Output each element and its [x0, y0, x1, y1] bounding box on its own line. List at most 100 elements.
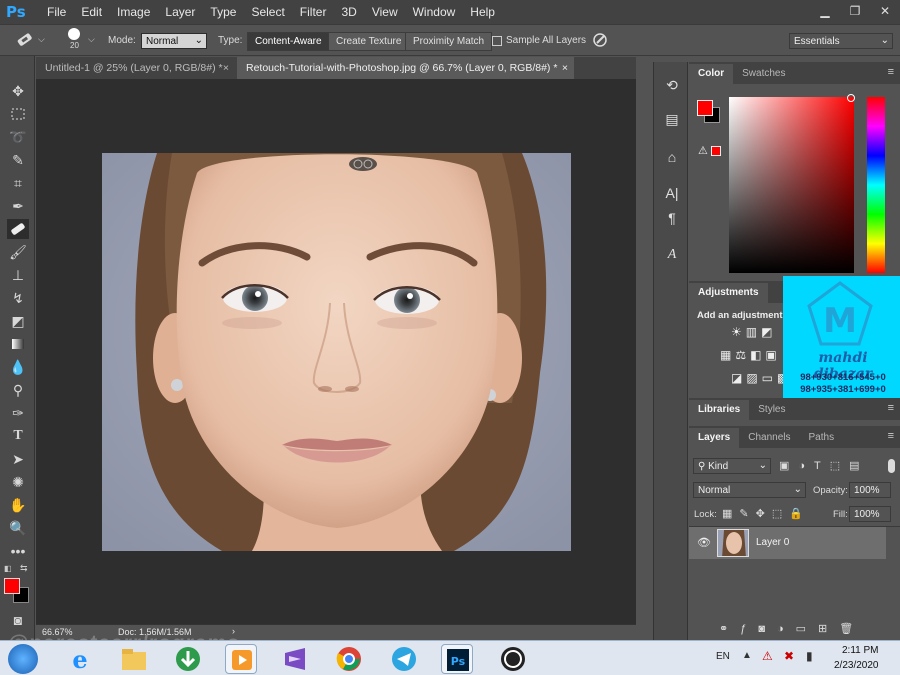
panel-menu-icon[interactable]: ≡ [888, 430, 894, 442]
healing-brush-preset-icon[interactable] [14, 30, 36, 50]
brush-tip-icon[interactable] [68, 28, 80, 40]
healing-brush-tool-icon[interactable] [7, 219, 29, 239]
telegram-icon[interactable] [388, 644, 420, 674]
zoom-tool-icon[interactable]: 🔍 [7, 518, 29, 538]
blend-mode-select[interactable]: Normal ⌄ [693, 482, 806, 498]
fill-input[interactable]: 100% [849, 506, 891, 522]
history-icon[interactable]: ⟲ [661, 74, 683, 96]
media-player-icon[interactable] [225, 644, 257, 674]
content-aware-button[interactable]: Content-Aware [247, 32, 330, 51]
tab-layers[interactable]: Layers [689, 428, 740, 448]
blur-tool-icon[interactable]: 💧 [7, 357, 29, 377]
tab-libraries[interactable]: Libraries [689, 400, 750, 420]
adjustment-icons-row-2[interactable]: ▦⚖◧▣ [720, 348, 781, 362]
close-icon[interactable]: × [223, 57, 229, 79]
more-tools-icon[interactable]: ••• [7, 541, 29, 561]
menu-type[interactable]: Type [210, 5, 236, 19]
panel-menu-icon[interactable]: ≡ [888, 66, 894, 78]
network-icon[interactable]: ⚠ [762, 649, 773, 663]
layer-name[interactable]: Layer 0 [756, 537, 789, 548]
crop-tool-icon[interactable]: ⌗ [7, 173, 29, 193]
panel-menu-icon[interactable]: ≡ [888, 402, 894, 414]
menu-select[interactable]: Select [251, 5, 284, 19]
download-manager-icon[interactable] [172, 644, 204, 674]
portrait-photo[interactable] [102, 153, 571, 551]
photoshop-taskbar-icon[interactable]: Ps [441, 644, 473, 674]
gradient-tool-icon[interactable] [7, 334, 29, 354]
layer-filter-select[interactable]: ⚲ Kind ⌄ [693, 458, 771, 474]
adjustment-icons-row-1[interactable]: ☀▥◩ [731, 325, 776, 339]
quick-mask-icon[interactable]: ◙ [7, 610, 29, 630]
tab-untitled-1[interactable]: Untitled-1 @ 25% (Layer 0, RGB/8#) * × [36, 57, 235, 79]
menu-3d[interactable]: 3D [341, 5, 356, 19]
clock-time[interactable]: 2:11 PM [842, 645, 879, 656]
color-picker-marker[interactable] [847, 94, 855, 102]
eyedropper-tool-icon[interactable]: ✒ [7, 196, 29, 216]
menu-filter[interactable]: Filter [300, 5, 327, 19]
shape-tool-icon[interactable]: ✺ [7, 472, 29, 492]
menu-help[interactable]: Help [470, 5, 495, 19]
quick-selection-tool-icon[interactable]: ✎ [7, 150, 29, 170]
tab-paths[interactable]: Paths [800, 428, 844, 448]
path-selection-tool-icon[interactable]: ➤ [7, 449, 29, 469]
brush-tool-icon[interactable]: 🖌 [7, 242, 29, 262]
menu-layer[interactable]: Layer [165, 5, 195, 19]
opacity-input[interactable]: 100% [849, 482, 891, 498]
tab-styles[interactable]: Styles [749, 400, 794, 420]
language-indicator[interactable]: EN [716, 651, 730, 662]
marquee-tool-icon[interactable] [7, 104, 29, 124]
layer-footer-icons[interactable]: ⚭ƒ◙◑▭⊞🗑 [719, 622, 865, 635]
lasso-tool-icon[interactable]: ➰ [7, 127, 29, 147]
battery-icon[interactable]: ▮ [806, 649, 813, 663]
chevron-down-icon[interactable]: ⌵ [88, 34, 95, 45]
tab-adjustments[interactable]: Adjustments [689, 283, 768, 303]
menu-image[interactable]: Image [117, 5, 150, 19]
pen-tool-icon[interactable]: ✑ [7, 403, 29, 423]
menu-window[interactable]: Window [413, 5, 456, 19]
type-tool-icon[interactable]: T [7, 426, 29, 446]
tab-channels[interactable]: Channels [739, 428, 799, 448]
brush-settings-icon[interactable]: ⌂ [661, 146, 683, 168]
history-brush-tool-icon[interactable]: ↯ [7, 288, 29, 308]
eraser-tool-icon[interactable]: ◩ [7, 311, 29, 331]
obs-icon[interactable] [497, 644, 529, 674]
menu-file[interactable]: File [47, 5, 66, 19]
tab-swatches[interactable]: Swatches [733, 64, 794, 84]
volume-icon[interactable]: ✖ [784, 649, 794, 663]
swap-colors-icon[interactable]: ⇆ [20, 563, 28, 574]
restore-icon[interactable]: ❐ [840, 0, 870, 24]
move-tool-icon[interactable]: ✥ [7, 81, 29, 101]
clock-date[interactable]: 2/23/2020 [834, 660, 879, 671]
gamut-swatch[interactable] [711, 146, 721, 156]
close-icon[interactable]: × [562, 57, 568, 79]
glyphs-icon[interactable]: A [661, 244, 683, 266]
color-fg-swatch[interactable] [697, 100, 713, 116]
chrome-icon[interactable] [333, 644, 365, 674]
chevron-down-icon[interactable]: ⌵ [38, 34, 45, 45]
filter-toggle[interactable] [888, 459, 895, 473]
default-colors-icon[interactable]: ◧ [4, 564, 12, 573]
start-button-icon[interactable] [8, 644, 38, 674]
internet-explorer-icon[interactable]: e [64, 644, 96, 674]
menu-view[interactable]: View [372, 5, 398, 19]
workspace-select[interactable]: Essentials ⌄ [789, 33, 893, 49]
lock-icons[interactable]: ▦✎✥⬚🔒 [722, 507, 810, 520]
create-texture-button[interactable]: Create Texture [328, 32, 410, 51]
menu-edit[interactable]: Edit [81, 5, 102, 19]
tray-chevron-icon[interactable]: ▲ [742, 650, 752, 661]
layer-filter-icons[interactable]: ▣◑T⬚▤ [779, 459, 869, 472]
mode-select[interactable]: Normal ⌄ [141, 33, 207, 49]
visual-studio-icon[interactable] [279, 644, 311, 674]
paragraph-icon[interactable]: ¶ [661, 207, 683, 229]
tab-retouch-tutorial[interactable]: Retouch-Tutorial-with-Photoshop.jpg @ 66… [237, 57, 574, 79]
pressure-icon[interactable] [592, 32, 608, 48]
dodge-tool-icon[interactable]: ⚲ [7, 380, 29, 400]
file-explorer-icon[interactable] [118, 644, 150, 674]
layer-row[interactable]: 👁 Layer 0 [689, 527, 886, 559]
minimize-icon[interactable]: ▁ [810, 0, 840, 24]
character-icon[interactable]: A| [661, 182, 683, 204]
foreground-color-swatch[interactable] [4, 578, 20, 594]
hue-slider[interactable] [867, 97, 885, 273]
hand-tool-icon[interactable]: ✋ [7, 495, 29, 515]
color-field[interactable] [729, 97, 854, 273]
